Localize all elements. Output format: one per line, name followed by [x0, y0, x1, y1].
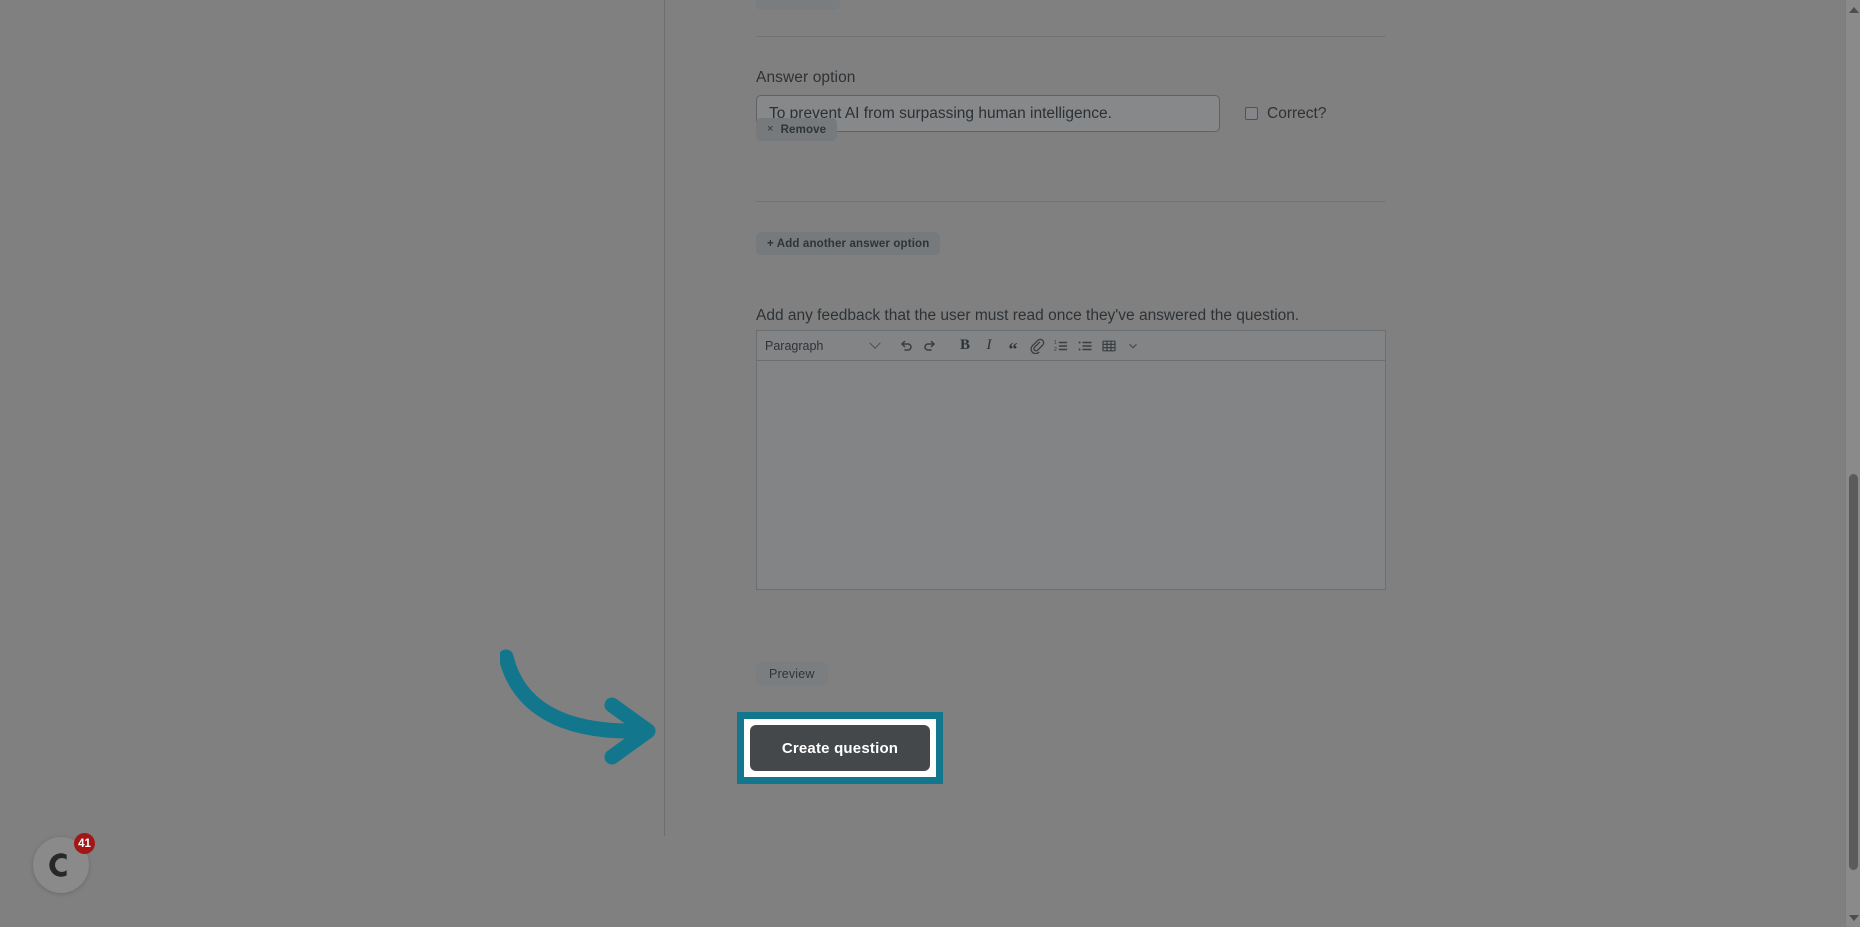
chat-unread-badge: 41 [74, 833, 95, 854]
feedback-editor-body[interactable] [756, 360, 1386, 590]
block-format-select[interactable]: Paragraph [765, 335, 883, 357]
redo-icon[interactable] [918, 335, 942, 357]
table-icon[interactable] [1097, 335, 1121, 357]
correct-checkbox-label: Correct? [1267, 104, 1327, 122]
editor-toolbar: Paragraph B I “ 1 2 [756, 330, 1386, 360]
chat-widget-button[interactable]: 41 [33, 833, 95, 893]
answer-option-block: Answer option Correct? × Remove [756, 68, 1386, 141]
bullet-list-icon[interactable] [1073, 335, 1097, 357]
partial-button-above-fold[interactable] [756, 0, 840, 10]
section-divider-mid [756, 201, 1386, 202]
block-format-value: Paragraph [765, 338, 824, 353]
undo-icon[interactable] [894, 335, 918, 357]
create-question-highlight-inner: Create question [744, 719, 936, 777]
table-chevron-down-icon[interactable] [1121, 335, 1145, 357]
ordered-list-icon[interactable]: 1 2 [1049, 335, 1073, 357]
bold-icon[interactable]: B [953, 335, 977, 357]
preview-button-label: Preview [769, 667, 815, 681]
annotation-arrow-icon [500, 649, 656, 765]
page-root: Answer option Correct? × Remove + Add an… [0, 0, 1860, 927]
chevron-down-icon [869, 337, 881, 349]
scroll-down-button[interactable] [1846, 910, 1860, 925]
svg-text:2: 2 [1054, 347, 1057, 353]
close-icon: × [767, 123, 774, 135]
page-scrollbar[interactable] [1845, 0, 1860, 927]
add-another-answer-option-button[interactable]: + Add another answer option [756, 232, 941, 255]
create-question-button[interactable]: Create question [750, 725, 930, 771]
preview-button[interactable]: Preview [756, 662, 828, 686]
create-question-highlight: Create question [737, 712, 943, 784]
caret-down-icon [1848, 914, 1859, 921]
scrollbar-thumb[interactable] [1849, 474, 1858, 870]
add-another-answer-option-label: + Add another answer option [767, 237, 930, 250]
layout-vertical-divider [664, 0, 665, 836]
italic-icon[interactable]: I [977, 335, 1001, 357]
answer-option-label: Answer option [756, 69, 856, 86]
chat-icon [49, 853, 67, 877]
link-icon[interactable] [1025, 335, 1049, 357]
remove-answer-option-button[interactable]: × Remove [756, 118, 838, 141]
scroll-up-button[interactable] [1846, 2, 1860, 17]
section-divider-top [756, 36, 1386, 37]
svg-text:1: 1 [1054, 340, 1057, 346]
blockquote-icon[interactable]: “ [1001, 335, 1025, 358]
correct-checkbox-wrap[interactable]: Correct? [1245, 105, 1326, 123]
remove-answer-option-label: Remove [780, 123, 827, 136]
caret-up-icon [1848, 6, 1859, 13]
feedback-rich-text-editor: Paragraph B I “ 1 2 [756, 330, 1386, 590]
feedback-instruction-label: Add any feedback that the user must read… [756, 307, 1300, 324]
answer-option-row: Correct? [756, 95, 1386, 132]
correct-checkbox[interactable] [1245, 107, 1258, 120]
